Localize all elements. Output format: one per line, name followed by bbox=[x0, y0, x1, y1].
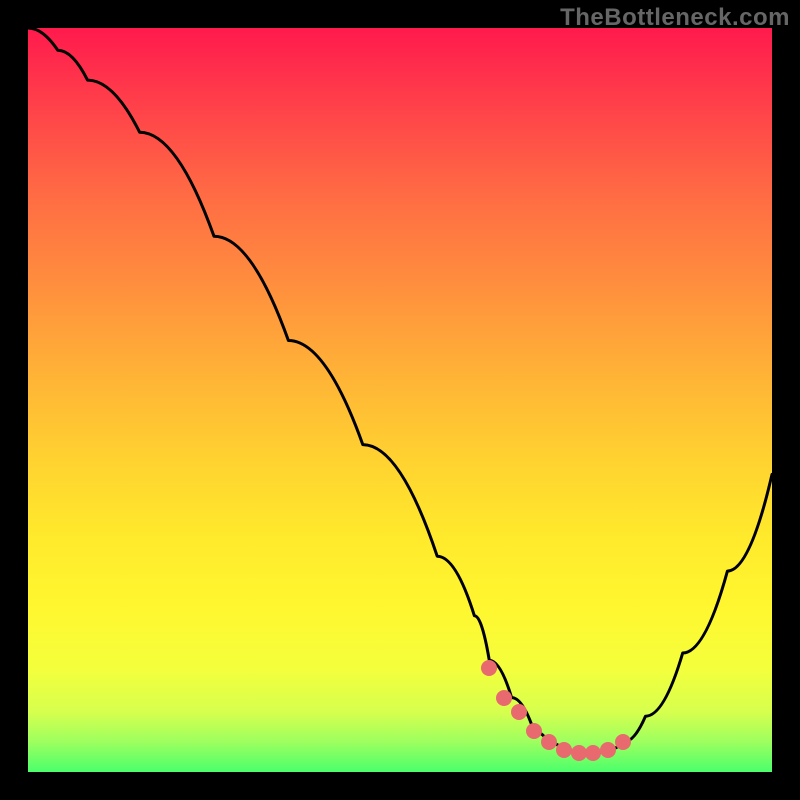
valley-marker bbox=[585, 745, 601, 761]
valley-marker bbox=[526, 723, 542, 739]
valley-marker bbox=[496, 690, 512, 706]
valley-marker bbox=[571, 745, 587, 761]
valley-marker bbox=[556, 742, 572, 758]
valley-marker bbox=[600, 742, 616, 758]
valley-marker bbox=[481, 660, 497, 676]
curve-path bbox=[28, 28, 772, 753]
valley-marker bbox=[615, 734, 631, 750]
valley-marker bbox=[541, 734, 557, 750]
chart-frame: TheBottleneck.com bbox=[0, 0, 800, 800]
valley-marker bbox=[511, 704, 527, 720]
bottleneck-curve bbox=[28, 28, 772, 772]
plot-area bbox=[28, 28, 772, 772]
